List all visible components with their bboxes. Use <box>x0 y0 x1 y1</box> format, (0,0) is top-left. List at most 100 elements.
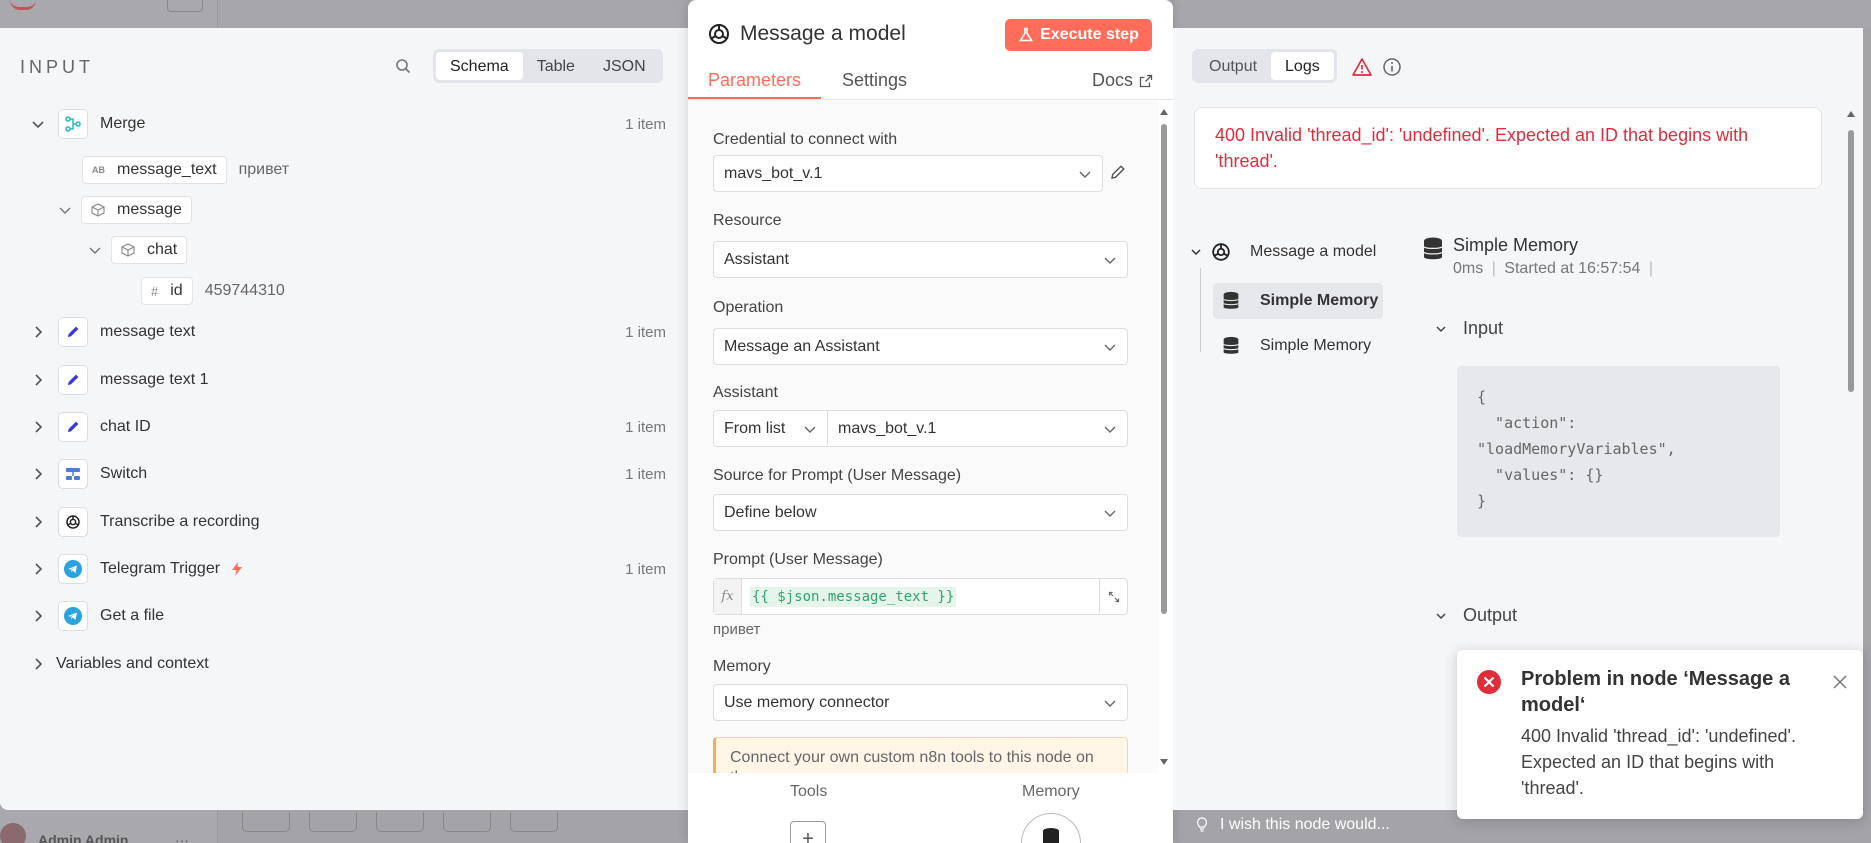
chevron-down-icon[interactable] <box>57 202 73 218</box>
search-icon[interactable] <box>395 58 411 74</box>
tree-node-chat-id[interactable]: chat ID 1 item <box>30 410 718 444</box>
field-value: привет <box>238 161 290 178</box>
chevron-right-icon[interactable] <box>30 561 46 577</box>
chevron-down-icon <box>1079 171 1091 178</box>
execute-step-button[interactable]: Execute step <box>1005 19 1152 51</box>
chevron-right-icon[interactable] <box>30 324 46 340</box>
edit-credential-icon[interactable] <box>1109 163 1127 181</box>
close-icon[interactable] <box>1832 674 1848 690</box>
scrollbar-thumb[interactable] <box>1161 124 1167 614</box>
chevron-right-icon[interactable] <box>30 372 46 388</box>
resource-select[interactable]: Assistant <box>713 241 1128 278</box>
tree-node-telegram-trigger[interactable]: Telegram Trigger 1 item <box>30 552 718 586</box>
bg-collapse-button[interactable] <box>167 0 203 12</box>
view-tab-schema[interactable]: Schema <box>436 52 523 80</box>
assistant-mode-select[interactable]: From list <box>713 410 828 447</box>
node-label: Transcribe a recording <box>100 513 260 530</box>
toast-title: Problem in node ‘Message a model‘ <box>1521 668 1790 716</box>
assistant-select[interactable]: mavs_bot_v.1 <box>827 410 1128 447</box>
output-logs-toggle: Output Logs <box>1192 49 1337 83</box>
feedback-link[interactable]: I wish this node would... <box>1196 816 1390 834</box>
log-tree-child-active[interactable]: Simple Memory <box>1213 283 1383 319</box>
lightbulb-icon <box>1196 817 1208 832</box>
chevron-right-icon[interactable] <box>30 514 46 530</box>
credential-value: mavs_bot_v.1 <box>724 164 823 182</box>
tab-settings[interactable]: Settings <box>842 70 907 91</box>
pencil-icon <box>58 317 88 347</box>
chevron-right-icon[interactable] <box>30 466 46 482</box>
tree-node-transcribe[interactable]: Transcribe a recording <box>30 505 718 539</box>
warning-icon[interactable] <box>1352 57 1372 77</box>
tab-parameters[interactable]: Parameters <box>708 70 801 91</box>
node-label: Switch <box>100 465 148 482</box>
field-chip[interactable]: message <box>81 196 192 224</box>
chevron-right-icon[interactable] <box>30 656 46 672</box>
scrollbar-thumb[interactable] <box>1848 130 1854 392</box>
prompt-expression[interactable]: {{ $json.message_text }} <box>750 586 957 607</box>
scroll-up-icon[interactable] <box>1159 108 1169 116</box>
input-section-header[interactable]: Input <box>1435 318 1503 339</box>
info-icon[interactable] <box>1382 57 1402 77</box>
operation-value: Message an Assistant <box>724 337 880 355</box>
external-link-icon <box>1139 74 1153 87</box>
assistant-value: mavs_bot_v.1 <box>838 419 937 437</box>
field-chip[interactable]: chat <box>111 236 188 264</box>
expand-editor-icon[interactable] <box>1099 579 1127 614</box>
database-icon <box>1223 291 1239 309</box>
field-chip[interactable]: # id <box>141 277 193 305</box>
chevron-down-icon[interactable] <box>1435 610 1447 622</box>
operation-select[interactable]: Message an Assistant <box>713 328 1128 365</box>
item-count: 1 item <box>625 560 666 578</box>
user-menu-dots-icon[interactable]: ··· <box>175 832 189 843</box>
scroll-up-icon[interactable] <box>1846 110 1856 118</box>
docs-link[interactable]: Docs <box>1092 70 1153 91</box>
log-tree-child[interactable]: Simple Memory <box>1220 335 1371 357</box>
chevron-down-icon[interactable] <box>1190 246 1202 258</box>
tree-node-get-a-file[interactable]: Get a file <box>30 599 718 633</box>
tree-node-merge[interactable]: Merge 1 item <box>30 107 718 141</box>
parameters-scrollbar[interactable] <box>1159 109 1169 765</box>
schema-field-message[interactable]: message <box>57 193 192 227</box>
chevron-down-icon[interactable] <box>87 242 103 258</box>
schema-field-id[interactable]: # id 459744310 <box>141 274 285 308</box>
add-tool-button[interactable]: + <box>790 821 826 843</box>
error-toast: Problem in node ‘Message a model‘ 400 In… <box>1457 650 1863 819</box>
credential-select[interactable]: mavs_bot_v.1 <box>713 155 1103 192</box>
node-label: Variables and context <box>56 655 209 672</box>
tree-node-switch[interactable]: Switch 1 item <box>30 457 718 491</box>
tree-node-message-text[interactable]: message text 1 item <box>30 315 718 349</box>
prompt-expression-input[interactable]: fx {{ $json.message_text }} <box>713 578 1128 615</box>
tab-output[interactable]: Output <box>1195 52 1271 80</box>
prompt-source-select[interactable]: Define below <box>713 494 1128 531</box>
chevron-down-icon[interactable] <box>30 116 46 132</box>
log-tree-root[interactable]: Message a model <box>1190 241 1376 263</box>
scroll-down-icon[interactable] <box>1159 758 1169 766</box>
schema-field-chat[interactable]: chat <box>87 233 188 267</box>
memory-select[interactable]: Use memory connector <box>713 684 1128 721</box>
bg-canvas-tool <box>242 812 290 832</box>
memory-connector-button[interactable] <box>1021 813 1081 843</box>
user-name: Admin Admin <box>38 832 129 843</box>
node-title[interactable]: Message a model <box>740 22 906 46</box>
output-section-header[interactable]: Output <box>1435 605 1517 626</box>
input-panel: INPUT Schema Table JSON Merge 1 item AB m… <box>0 28 688 810</box>
item-count: 1 item <box>625 465 666 483</box>
node-parameters-panel: Message a model Execute step Parameters … <box>688 0 1173 843</box>
resource-value: Assistant <box>724 250 789 268</box>
flask-icon <box>1019 27 1034 42</box>
view-tab-table[interactable]: Table <box>523 52 589 80</box>
chevron-right-icon[interactable] <box>30 419 46 435</box>
log-node-label: Simple Memory <box>1260 292 1379 309</box>
log-node-label: Message a model <box>1250 243 1377 260</box>
tree-node-variables[interactable]: Variables and context <box>30 647 209 681</box>
chevron-down-icon[interactable] <box>1435 323 1447 335</box>
schema-field-message-text[interactable]: AB message_text привет <box>82 153 289 187</box>
tab-logs[interactable]: Logs <box>1271 52 1334 80</box>
chevron-right-icon[interactable] <box>30 608 46 624</box>
view-tab-json[interactable]: JSON <box>589 52 660 80</box>
node-label: message text <box>100 323 196 340</box>
tree-node-message-text-1[interactable]: message text 1 <box>30 363 718 397</box>
field-chip[interactable]: AB message_text <box>82 156 227 184</box>
openai-icon <box>58 507 88 537</box>
node-label: chat ID <box>100 418 151 435</box>
